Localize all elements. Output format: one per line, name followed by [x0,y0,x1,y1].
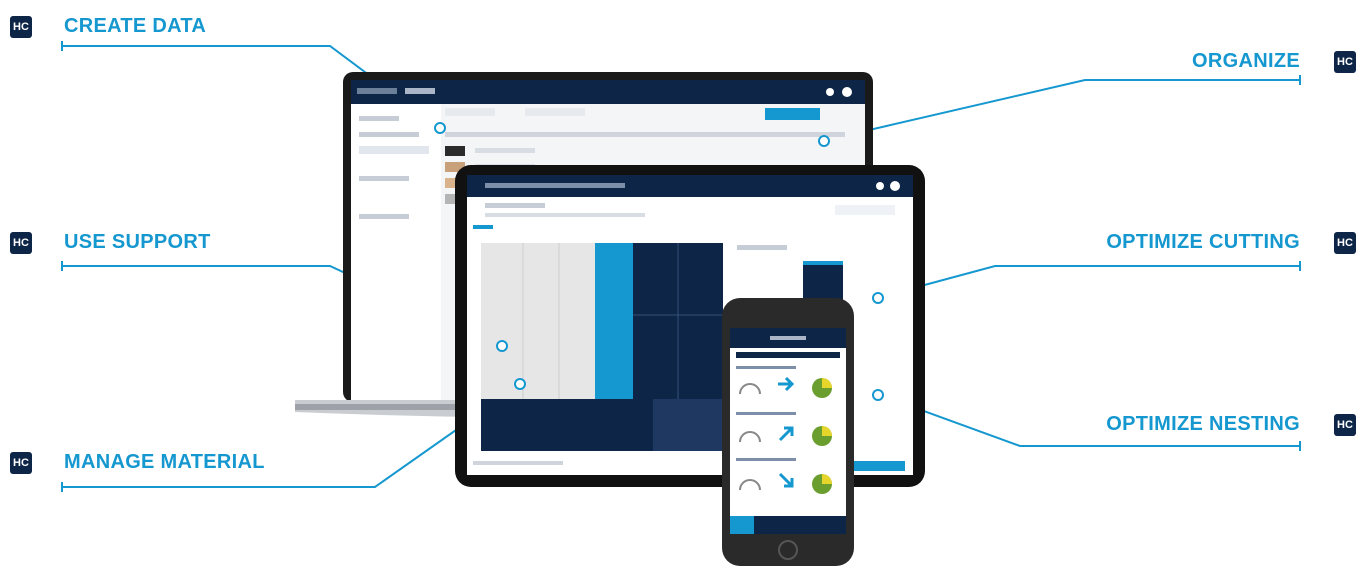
connector-dots [434,122,884,401]
